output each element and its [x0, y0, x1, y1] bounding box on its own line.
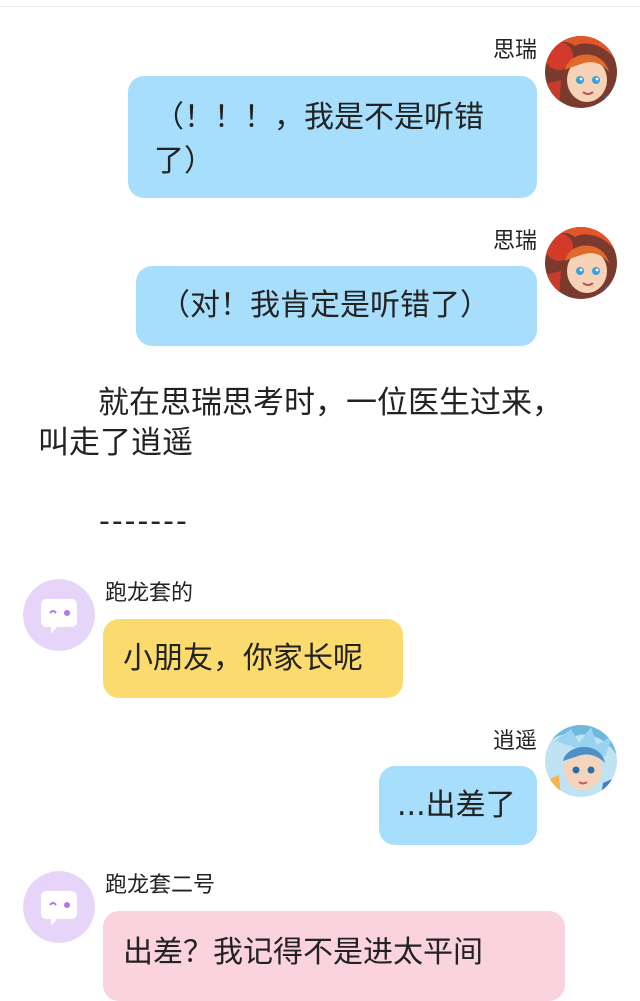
speech-bubble-avatar-icon — [23, 871, 95, 943]
sender-name: 跑龙套的 — [105, 581, 194, 606]
message-text: ...出差了 — [397, 788, 516, 823]
sirui-avatar[interactable] — [545, 36, 617, 108]
message-text: （！！！，我是不是听错了） — [154, 100, 484, 179]
message-text: （对！我肯定是听错了） — [160, 288, 490, 323]
chat-bubble-npc[interactable]: 出差？我记得不是进太平间 — [103, 911, 565, 1001]
sender-name: 跑龙套二号 — [105, 873, 216, 898]
scene-divider: ------- — [99, 504, 189, 539]
npc-avatar[interactable] — [23, 871, 95, 943]
xiaoyao-avatar[interactable] — [545, 725, 617, 797]
npc-avatar[interactable] — [23, 579, 95, 651]
sender-name: 逍遥 — [492, 729, 537, 754]
narration-line: 叫走了逍遥 — [38, 425, 193, 461]
chat-bubble-sirui[interactable]: （对！我肯定是听错了） — [136, 266, 537, 346]
sender-name: 思瑞 — [492, 229, 537, 254]
chat-bubble-npc[interactable]: 小朋友，你家长呢 — [103, 619, 403, 698]
speech-bubble-avatar-icon — [23, 579, 95, 651]
message-text: 出差？我记得不是进太平间 — [123, 935, 483, 970]
top-divider — [0, 6, 640, 7]
sirui-avatar[interactable] — [545, 227, 617, 299]
message-text: 小朋友，你家长呢 — [123, 641, 363, 676]
chat-bubble-xiaoyao[interactable]: ...出差了 — [379, 766, 537, 845]
chat-bubble-sirui[interactable]: （！！！，我是不是听错了） — [128, 76, 537, 198]
sender-name: 思瑞 — [492, 38, 537, 63]
